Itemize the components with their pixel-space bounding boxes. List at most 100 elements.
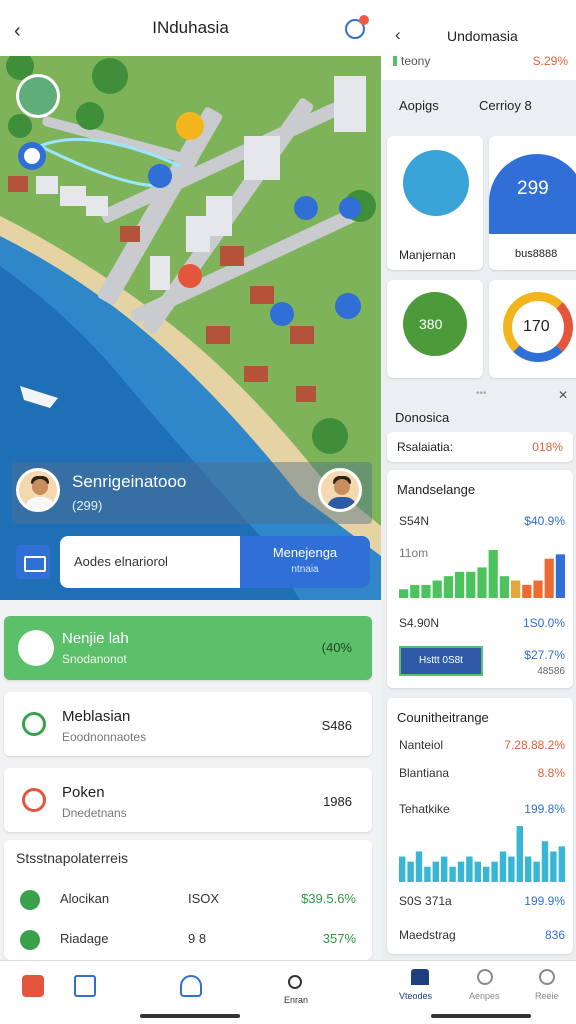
chart-bar (477, 567, 487, 598)
chart-bar (432, 580, 442, 598)
donut-card-title: Donosica (395, 410, 450, 425)
profile-name: Senrigeinatooo (72, 472, 187, 491)
right-title: Undomasia (447, 28, 518, 44)
close-icon[interactable]: ✕ (558, 388, 568, 402)
chart-bar (483, 866, 490, 882)
clock-icon[interactable] (288, 975, 302, 989)
chart-bar (516, 826, 523, 882)
back-icon[interactable]: ‹ (395, 25, 401, 45)
chart1-button[interactable]: Hsttt 0S8t (399, 646, 483, 676)
stat-row[interactable]: Riadage 9 8 357% (20, 928, 360, 952)
list-card-1[interactable]: Nenjie lah Snodanonot (40% (4, 616, 372, 680)
chart2-row-key: Tehatkike (399, 802, 450, 816)
chart-bar (443, 576, 453, 598)
card-sub: Dnedetnans (62, 806, 127, 820)
tile-label: bus8888 (515, 248, 558, 260)
tile-stat[interactable]: 299 bus8888 (489, 136, 576, 270)
chart-bar (466, 571, 476, 598)
chart1-title: Mandselange (397, 482, 476, 497)
chart-bar (432, 861, 439, 882)
chart-bar (491, 861, 498, 882)
chart1-v1: $40.9% (524, 514, 565, 528)
status-ring-icon (22, 712, 46, 736)
home-indicator (140, 1014, 240, 1018)
notification-dot (359, 15, 369, 25)
chart1-v5: 48586 (537, 666, 565, 677)
stat-mid: ISOX (188, 891, 220, 906)
profile-icon[interactable] (539, 969, 555, 985)
tile-ring[interactable]: 170 (489, 280, 576, 378)
chart-card-2: Counitheitrange Nanteiol 7.28.88.2% Blant… (387, 698, 573, 954)
card-title: Nenjie lah (62, 630, 129, 647)
chart-bar (407, 861, 414, 882)
list-card-2[interactable]: Meblasian Eoodnonnaotes S486 (4, 692, 372, 756)
home-indicator (431, 1014, 531, 1018)
notification-icon[interactable] (345, 15, 369, 39)
card-value: S486 (321, 718, 352, 733)
chart-bar (499, 851, 507, 882)
chart2-row-val: 199.8% (524, 802, 565, 816)
profile-icon[interactable] (180, 975, 202, 997)
chart2-row-val: 8.8% (537, 766, 565, 780)
tile-label: Manjernan (399, 248, 456, 262)
chart-bar (508, 856, 515, 882)
stat-name: Alocikan (60, 891, 110, 906)
chart2-row-key: S0S 371a (399, 894, 452, 908)
section-title: Stsstnapolaterreis (16, 850, 129, 866)
chart-bar (558, 846, 565, 882)
card-value: (40% (321, 640, 352, 655)
chart2-row-key: Maedstrag (399, 928, 456, 942)
nav-label: Reeie (535, 991, 559, 1001)
right-pane: ‹ Undomasia teony S.29% Aopigs Cerrioy 8… (381, 0, 576, 1024)
chart-bar (441, 856, 448, 882)
chart-bar (410, 584, 420, 598)
card-title: Meblasian (62, 708, 131, 725)
avatar[interactable] (16, 468, 60, 512)
wallet-icon[interactable] (16, 545, 50, 579)
manage-button[interactable]: Menejenga ntnaia (240, 536, 370, 588)
profile-sub: (299) (72, 498, 103, 513)
card-sub: Eoodnonnaotes (62, 730, 147, 744)
pager-dots: ••• (476, 388, 487, 399)
leaf-icon (20, 890, 40, 910)
chart2-title: Counitheitrange (397, 710, 489, 725)
location-pin-icon (22, 788, 46, 812)
search-icon[interactable] (477, 969, 493, 985)
chart-bar (522, 584, 532, 598)
back-icon[interactable]: ‹ (14, 20, 21, 43)
chart2-row-val: 199.9% (524, 894, 565, 908)
stat-mid: 9 8 (188, 931, 207, 946)
chart2-row-val: 7.28.88.2% (504, 738, 565, 752)
chart-bar (466, 856, 473, 882)
chart-bar (421, 584, 431, 598)
list-card-3[interactable]: Poken Dnedetnans 1986 (4, 768, 372, 832)
address-bar[interactable]: Aodes elnariorol Menejenga ntnaia (60, 536, 370, 588)
chart2-row-val: 836 (544, 928, 565, 942)
nav-label: Enran (284, 995, 309, 1005)
wallet-nav-icon[interactable] (22, 975, 44, 997)
bar-chart-1 (399, 550, 565, 598)
summary-key: Rsalaiatia: (397, 440, 454, 454)
manage-button-label: Menejenga (272, 545, 338, 560)
avatar-secondary[interactable] (318, 468, 362, 512)
chart-bar (488, 550, 498, 598)
tile-value: 380 (419, 316, 443, 332)
home-icon[interactable] (411, 969, 429, 985)
chart-bar (399, 589, 409, 598)
leaf-icon (20, 930, 40, 950)
chart-bar (555, 554, 565, 598)
home-icon[interactable] (74, 975, 96, 997)
chart-bar (399, 856, 406, 882)
badge-icon (403, 150, 469, 216)
summary-row[interactable]: Rsalaiatia: 018% (387, 432, 573, 462)
chart-bar (525, 856, 532, 882)
filter-b[interactable]: Cerrioy 8 (479, 98, 532, 113)
chart-card-1: Mandselange S54N $40.9% 11om S4.90N 1S0.0%… (387, 470, 573, 688)
chart2-row-key: Blantiana (399, 766, 450, 780)
tile-manage[interactable]: Manjernan (387, 136, 483, 270)
chart1-k1: S54N (399, 514, 430, 528)
stat-row[interactable]: Alocikan ISOX $39.5.6% (20, 888, 360, 912)
tile-globe[interactable]: 380 (387, 280, 483, 378)
bar-chart-2 (399, 826, 565, 882)
filter-a[interactable]: Aopigs (399, 98, 439, 113)
